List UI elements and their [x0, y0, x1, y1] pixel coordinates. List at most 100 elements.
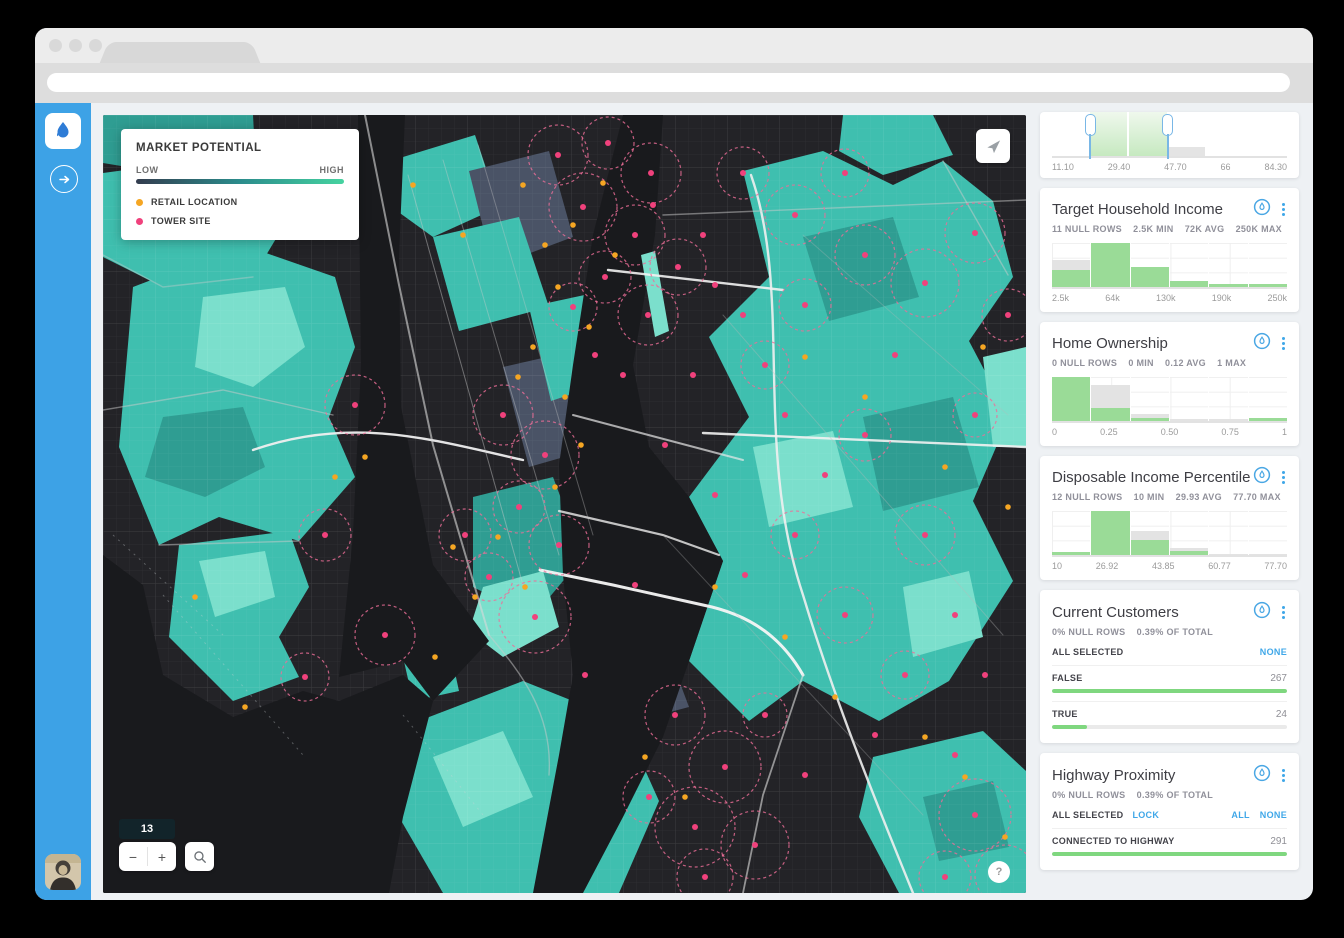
all-selected-label: ALL SELECTED — [1052, 647, 1123, 657]
histogram-ticks: 0 0.25 0.50 0.75 1 — [1052, 427, 1287, 437]
widget-title: Current Customers — [1052, 604, 1253, 621]
widget-stats: 0% NULL ROWS 0.39% OF TOTAL — [1052, 627, 1287, 637]
filter-links: ALL NONE — [1231, 810, 1287, 820]
histogram[interactable] — [1052, 511, 1287, 557]
tick-label: 0 — [1052, 427, 1057, 437]
widget-title: Disposable Income Percentile — [1052, 469, 1253, 486]
tick-label: 29.40 — [1108, 162, 1131, 172]
map-canvas[interactable]: MARKET POTENTIAL LOW HIGH RETAIL LOCATIO… — [103, 115, 1026, 893]
user-avatar[interactable] — [45, 854, 81, 890]
tick-label: 0.50 — [1161, 427, 1179, 437]
tick-label: 77.70 — [1264, 561, 1287, 571]
locate-button[interactable] — [976, 129, 1010, 163]
browser-tab[interactable] — [113, 42, 247, 63]
browser-toolbar — [35, 63, 1313, 103]
range-slider-handle-right[interactable] — [1162, 114, 1173, 136]
collapse-arrow-button[interactable] — [50, 165, 78, 193]
kebab-menu-icon[interactable] — [1280, 201, 1287, 218]
histogram-bar — [1167, 147, 1205, 156]
tick-label: 43.85 — [1152, 561, 1175, 571]
app-content: MARKET POTENTIAL LOW HIGH RETAIL LOCATIO… — [35, 103, 1313, 900]
category-count: 291 — [1270, 836, 1287, 847]
zoom-in-button[interactable]: + — [148, 842, 176, 871]
tick-label: 0.25 — [1100, 427, 1118, 437]
widget-title: Target Household Income — [1052, 201, 1253, 218]
window-close-button[interactable] — [49, 39, 62, 52]
tick-label: 250k — [1267, 293, 1287, 303]
range-filter-widget[interactable]: 11.1029.4047.706684.30 — [1040, 112, 1299, 178]
widget-stats: 11 NULL ROWS 2.5K MIN 72K AVG 250K MAX — [1052, 224, 1287, 234]
category-count: 267 — [1270, 673, 1287, 684]
category-rows: CONNECTED TO HIGHWAY291 — [1052, 828, 1287, 856]
legend-low-label: LOW — [136, 165, 159, 175]
range-slider-handle-left[interactable] — [1085, 114, 1096, 136]
category-label: TRUE — [1052, 709, 1078, 719]
histogram[interactable] — [1052, 377, 1287, 423]
map-zoom-controls: 13 − + — [119, 819, 214, 871]
tick-label: 190k — [1212, 293, 1232, 303]
category-bar — [1052, 725, 1287, 729]
app-logo-button[interactable] — [45, 113, 81, 149]
window-minimize-button[interactable] — [69, 39, 82, 52]
kebab-menu-icon[interactable] — [1280, 604, 1287, 621]
filter-link-all[interactable]: ALL — [1231, 810, 1249, 820]
filter-links: NONE — [1260, 647, 1287, 657]
tick-label: 26.92 — [1096, 561, 1119, 571]
gridline — [1127, 112, 1129, 156]
legend-dot-icon — [136, 218, 143, 225]
tick-label: 64k — [1105, 293, 1120, 303]
category-row[interactable]: CONNECTED TO HIGHWAY291 — [1052, 828, 1287, 856]
widget-current-customers: Current Customers 0% NULL ROWS 0.39% OF … — [1040, 590, 1299, 743]
tick-label: 130k — [1156, 293, 1176, 303]
kebab-menu-icon[interactable] — [1280, 767, 1287, 784]
category-label: FALSE — [1052, 673, 1083, 683]
zoom-out-button[interactable]: − — [119, 842, 147, 871]
category-count: 24 — [1276, 709, 1287, 720]
range-histogram[interactable] — [1052, 112, 1287, 158]
droplet-filter-icon[interactable] — [1253, 601, 1271, 624]
filter-link-none[interactable]: NONE — [1260, 647, 1287, 657]
search-icon — [193, 850, 207, 864]
arrow-right-icon — [58, 173, 71, 186]
category-row[interactable]: FALSE 267 — [1052, 665, 1287, 693]
browser-titlebar — [35, 28, 1313, 63]
droplet-filter-icon[interactable] — [1253, 466, 1271, 489]
zoom-level-badge: 13 — [119, 819, 175, 839]
window-zoom-button[interactable] — [89, 39, 102, 52]
avatar-photo — [45, 854, 81, 890]
url-bar[interactable] — [47, 73, 1290, 92]
category-bar — [1052, 852, 1287, 856]
widget-stats: 0% NULL ROWS 0.39% OF TOTAL — [1052, 790, 1287, 800]
widget-highway-proximity: Highway Proximity 0% NULL ROWS 0.39% OF … — [1040, 753, 1299, 870]
help-button[interactable]: ? — [988, 861, 1010, 883]
filter-link-lock[interactable]: LOCK — [1132, 810, 1159, 820]
widget-home-ownership: Home Ownership 0 NULL ROWS 0 MIN 0.12 AV… — [1040, 322, 1299, 446]
widgets-panel: 11.1029.4047.706684.30 Target Household … — [1026, 103, 1313, 900]
axis-line — [1052, 156, 1287, 158]
droplet-filter-icon[interactable] — [1253, 198, 1271, 221]
widget-disposable-income-percentile: Disposable Income Percentile 12 NULL ROW… — [1040, 456, 1299, 580]
filter-links: LOCK — [1132, 810, 1159, 820]
kebab-menu-icon[interactable] — [1280, 335, 1287, 352]
kebab-menu-icon[interactable] — [1280, 469, 1287, 486]
tick-label: 11.10 — [1052, 162, 1074, 172]
widget-stats: 12 NULL ROWS 10 MIN 29.93 AVG 77.70 MAX — [1052, 492, 1287, 502]
category-row[interactable]: TRUE 24 — [1052, 701, 1287, 729]
map-search-button[interactable] — [185, 842, 214, 871]
legend-dot-icon — [136, 199, 143, 206]
tick-label: 10 — [1052, 561, 1062, 571]
histogram-ticks: 2.5k 64k 130k 190k 250k — [1052, 293, 1287, 303]
droplet-filter-icon[interactable] — [1253, 764, 1271, 787]
legend-high-label: HIGH — [320, 165, 345, 175]
range-ticks: 11.1029.4047.706684.30 — [1052, 162, 1287, 172]
histogram[interactable] — [1052, 243, 1287, 289]
tick-label: 84.30 — [1264, 162, 1287, 172]
widget-stats: 0 NULL ROWS 0 MIN 0.12 AVG 1 MAX — [1052, 358, 1287, 368]
filter-link-none[interactable]: NONE — [1260, 810, 1287, 820]
tick-label: 0.75 — [1221, 427, 1239, 437]
histogram-ticks: 10 26.92 43.85 60.77 77.70 — [1052, 561, 1287, 571]
droplet-filter-icon[interactable] — [1253, 332, 1271, 355]
tick-label: 2.5k — [1052, 293, 1069, 303]
tick-label: 1 — [1282, 427, 1287, 437]
tick-label: 60.77 — [1208, 561, 1231, 571]
